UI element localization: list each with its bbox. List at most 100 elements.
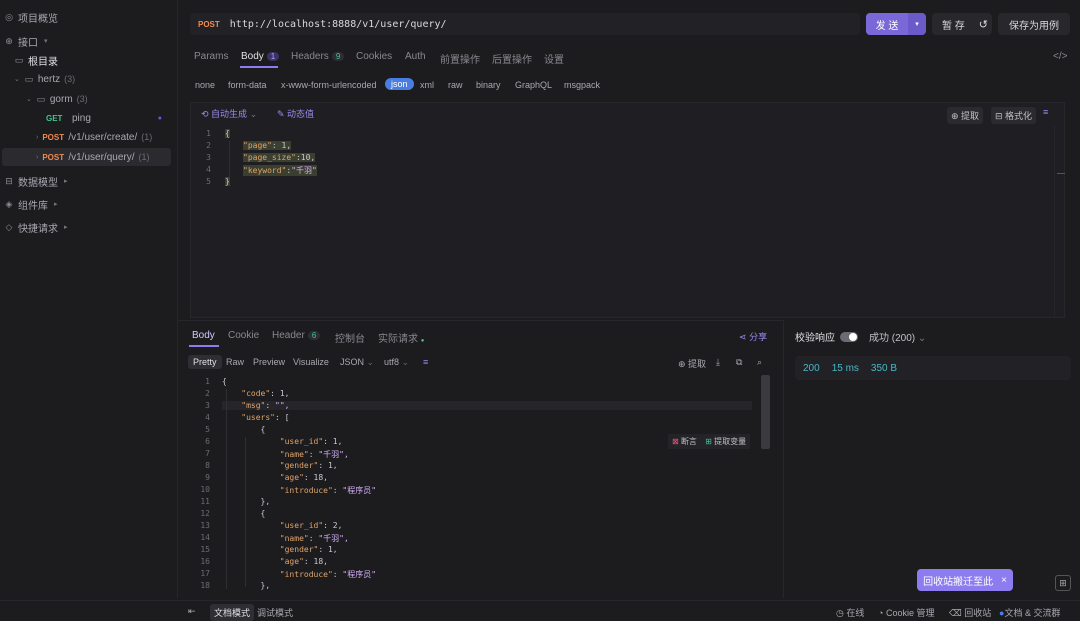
sidebar-item-quick-request[interactable]: ◇ 快捷请求 ▸ (4, 218, 68, 236)
method-select[interactable]: POST (198, 20, 220, 29)
body-type-raw[interactable]: raw (448, 80, 463, 90)
tab-body[interactable]: Body 1 (241, 51, 280, 62)
breakpoint-icon: ⊠ (672, 437, 679, 446)
resp-tab-body[interactable]: Body (192, 330, 215, 341)
resp-tab-console[interactable]: 控制台 (335, 330, 365, 345)
close-icon[interactable]: × (1001, 575, 1007, 586)
sidebar-item-components[interactable]: ◈ 组件库 ▸ (4, 195, 58, 213)
response-body-viewer[interactable]: 1{2 "code": 1, 3 "msg": "", 4 "users": [5 … (190, 373, 772, 591)
body-type-graphql[interactable]: GraphQL (515, 80, 552, 90)
chevron-right-icon: › (36, 133, 39, 141)
status-dot-icon: ● (157, 114, 162, 122)
sidebar-item-interfaces[interactable]: ⊕ 接口 ▾ (4, 32, 48, 50)
code-line: "age": 18, (279, 557, 328, 566)
tree-item-query[interactable]: › POST /v1/user/query/ (1) (2, 148, 171, 166)
download-icon[interactable]: ⤓ (716, 357, 720, 368)
line-number: 7 (205, 449, 210, 458)
url-bar[interactable]: POST http://localhost:8888/v1/user/query… (190, 13, 860, 35)
body-type-xml[interactable]: xml (420, 80, 434, 90)
folder-icon: ▭ (24, 73, 34, 84)
code-line: "gender": 1, (279, 545, 338, 554)
line-number: 6 (205, 437, 210, 446)
response-size: 350 B (870, 362, 898, 374)
scrollbar-marker (1057, 173, 1065, 174)
view-raw[interactable]: Raw (226, 357, 244, 367)
body-type-none[interactable]: none (195, 80, 215, 90)
indent-guide (229, 141, 230, 177)
sidebar-item-data-model[interactable]: ⊟ 数据模型 ▸ (4, 172, 67, 190)
tree-folder-hertz[interactable]: ⌄ ▭ hertz (3) (12, 70, 75, 88)
view-preview[interactable]: Preview (253, 357, 285, 367)
view-pretty[interactable]: Pretty (188, 355, 222, 369)
validate-toggle[interactable] (840, 331, 858, 342)
body-type-urlencoded[interactable]: x-www-form-urlencoded (281, 80, 377, 90)
tree-item-create[interactable]: › POST /v1/user/create/ (1) (34, 128, 152, 146)
sidebar-item-overview[interactable]: ◎ 项目概览 (4, 8, 58, 26)
resp-extract-button[interactable]: ⊕ 提取 (678, 357, 706, 370)
body-type-binary[interactable]: binary (476, 80, 501, 90)
tree-root[interactable]: ▭ 根目录 (14, 51, 58, 69)
wrap-icon[interactable]: ≡ (1043, 107, 1048, 117)
dynamic-value-button[interactable]: ✎ 动态值 (277, 107, 314, 120)
code-icon[interactable]: </> (1053, 51, 1067, 62)
send-button[interactable]: 发 送 (866, 13, 908, 35)
request-body-editor[interactable]: ⟲ 自动生成 ⌄ ✎ 动态值 ⊕ 提取 ⊟ 格式化 ≡ 1 2 3 4 5 { … (190, 102, 1065, 318)
send-dropdown-button[interactable]: ▾ (908, 13, 926, 35)
tab-params[interactable]: Params (194, 51, 228, 62)
tab-post-ops[interactable]: 后置操作 (492, 51, 532, 66)
chevron-down-icon: ⌄ (26, 96, 32, 103)
database-icon: ⊟ (5, 175, 13, 186)
validate-response: 校验响应 成功 (200) ⌄ (795, 329, 926, 344)
save-temp-button[interactable]: 暂 存 ↺ (932, 13, 992, 35)
tab-cookies[interactable]: Cookies (356, 51, 392, 62)
reset-icon: ↺ (978, 18, 988, 31)
save-as-case-button[interactable]: 保存为用例 (998, 13, 1070, 35)
scrollbar-thumb[interactable] (761, 375, 770, 449)
line-number: 2 (205, 389, 210, 398)
share-icon: ⋖ (739, 332, 747, 342)
wrap-icon[interactable]: ≡ (423, 357, 428, 367)
line-number: 8 (205, 461, 210, 470)
result-select[interactable]: 成功 (200) ⌄ (869, 329, 926, 344)
online-status[interactable]: ◷ 在线 (836, 606, 864, 619)
encoding-select[interactable]: utf8 ⌄ (384, 357, 409, 368)
layers-icon: ◈ (5, 198, 13, 209)
tab-settings[interactable]: 设置 (544, 51, 564, 66)
tab-headers[interactable]: Headers 9 (291, 51, 345, 62)
collapse-sidebar-icon[interactable]: ⇤ (188, 606, 196, 617)
chevron-down-icon: ▾ (915, 21, 919, 28)
body-type-json[interactable]: json (385, 78, 414, 90)
folder-icon: ▭ (36, 93, 46, 104)
body-type-msgpack[interactable]: msgpack (564, 80, 600, 90)
search-icon[interactable]: ⌕ (757, 357, 762, 368)
tree-item-ping[interactable]: GET ping ● (46, 109, 166, 127)
code-line: "name": "千羽", (279, 450, 349, 459)
tree-folder-gorm[interactable]: ⌄ ▭ gorm (3) (24, 90, 88, 108)
auto-generate-button[interactable]: ⟲ 自动生成 ⌄ (201, 107, 257, 120)
caret-icon: ▾ (44, 38, 48, 45)
tab-pre-ops[interactable]: 前置操作 (440, 51, 480, 66)
recycle-toast: 回收站搬迁至此 × (917, 569, 1013, 591)
copy-icon[interactable]: ⧉ (736, 357, 742, 368)
resp-tab-header[interactable]: Header 6 (272, 330, 321, 341)
code-line: "user_id": 2, (279, 521, 343, 530)
format-button[interactable]: ⊟ 格式化 (991, 107, 1037, 124)
doc-mode-button[interactable]: 文档模式 (210, 604, 255, 621)
resp-tab-cookie[interactable]: Cookie (228, 330, 259, 341)
sidebar: ◎ 项目概览 ⊕ 接口 ▾ ▭ 根目录 ⌄ ▭ hertz (3) ⌄ ▭ go… (0, 0, 178, 598)
variable-icon: ⊞ (705, 437, 712, 446)
url-input[interactable]: http://localhost:8888/v1/user/query/ (230, 19, 447, 30)
resp-tab-actual-request[interactable]: 实际请求 ● (378, 330, 424, 345)
format-select[interactable]: JSON ⌄ (340, 357, 374, 368)
extract-button[interactable]: ⊕ 提取 (947, 107, 984, 124)
layout-icon[interactable]: ⊞ (1055, 575, 1071, 591)
debug-mode-button[interactable]: 调试模式 (257, 606, 293, 619)
tab-auth[interactable]: Auth (405, 51, 426, 62)
cookie-manager-button[interactable]: ◔ Cookie 管理 (878, 606, 934, 619)
share-button[interactable]: ⋖ 分享 (739, 330, 767, 343)
body-type-form-data[interactable]: form-data (228, 80, 267, 90)
recycle-bin-button[interactable]: ⌫ 回收站 (949, 606, 991, 619)
docs-community-button[interactable]: ●文档 & 交流群 (999, 606, 1060, 619)
view-visualize[interactable]: Visualize (293, 357, 329, 367)
caret-icon: ▸ (64, 224, 68, 231)
